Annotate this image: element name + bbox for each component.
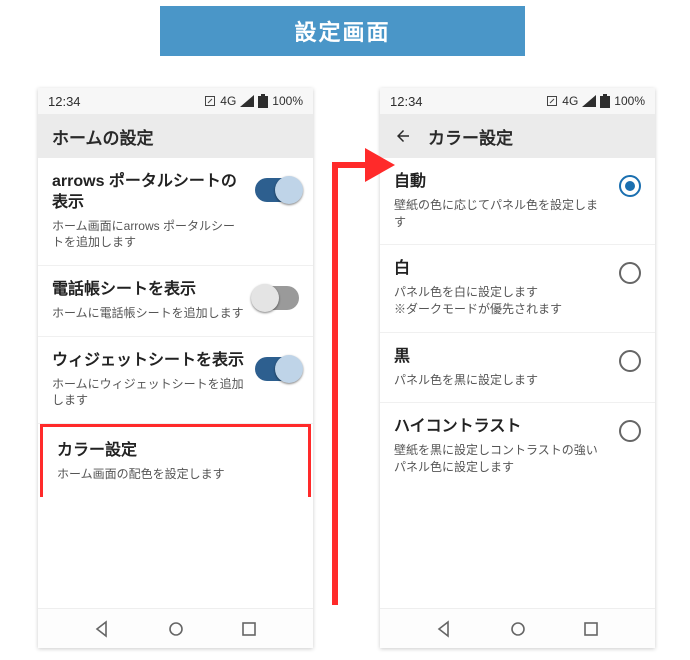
app-bar-left: ホームの設定 [38,114,313,158]
switch-widget-sheet[interactable] [255,357,299,381]
item-title: ハイコントラスト [394,417,609,438]
switch-arrows-portal[interactable] [255,178,299,202]
item-phonebook-sheet[interactable]: 電話帳シートを表示 ホームに電話帳シートを追加します [38,266,313,337]
item-desc: パネル色を黒に設定します [394,372,609,389]
appbar-title-left: ホームの設定 [52,124,154,149]
nav-recent-icon[interactable] [582,620,600,638]
item-title: ウィジェットシートを表示 [52,351,245,372]
radio-item-high-contrast[interactable]: ハイコントラスト 壁紙を黒に設定しコントラストの強いパネル色に設定します [380,403,655,489]
battery-icon [600,94,610,108]
android-navbar [380,608,655,648]
radio-white[interactable] [619,262,641,284]
status-battery: 100% [272,94,303,108]
item-title: arrows ポータルシートの表示 [52,172,245,214]
android-navbar [38,608,313,648]
item-desc: 壁紙を黒に設定しコントラストの強いパネル色に設定します [394,442,609,476]
status-bar: 12:34 4G 100% [38,88,313,114]
nfc-icon [204,95,216,107]
item-desc: 壁紙の色に応じてパネル色を設定します [394,197,609,231]
status-right: 4G 100% [204,94,303,108]
status-battery: 100% [614,94,645,108]
item-title: カラー設定 [57,441,294,462]
item-arrows-portal[interactable]: arrows ポータルシートの表示 ホーム画面にarrows ポータルシートを追… [38,158,313,266]
signal-icon [582,95,596,107]
settings-list-right: 自動 壁紙の色に応じてパネル色を設定します 白 パネル色を白に設定します※ダーク… [380,158,655,608]
back-button[interactable] [394,127,412,145]
status-time: 12:34 [48,94,81,109]
settings-list-left: arrows ポータルシートの表示 ホーム画面にarrows ポータルシートを追… [38,158,313,608]
appbar-title-right: カラー設定 [428,124,513,149]
nav-recent-icon[interactable] [240,620,258,638]
nav-home-icon[interactable] [167,620,185,638]
item-title: 電話帳シートを表示 [52,280,245,301]
status-time: 12:34 [390,94,423,109]
item-desc: パネル色を白に設定します※ダークモードが優先されます [394,284,609,318]
radio-black[interactable] [619,350,641,372]
item-widget-sheet[interactable]: ウィジェットシートを表示 ホームにウィジェットシートを追加します [38,337,313,424]
nav-back-icon[interactable] [435,620,453,638]
phone-left: 12:34 4G 100% ホームの設定 arrows ポータルシートの表示 ホ… [38,88,313,648]
item-desc: ホームに電話帳シートを追加します [52,305,245,322]
item-title: 黒 [394,347,609,368]
status-net: 4G [220,94,236,108]
switch-phonebook-sheet[interactable] [255,286,299,310]
radio-auto[interactable] [619,175,641,197]
radio-item-auto[interactable]: 自動 壁紙の色に応じてパネル色を設定します [380,158,655,245]
nfc-icon [546,95,558,107]
status-right: 4G 100% [546,94,645,108]
nav-back-icon[interactable] [93,620,111,638]
nav-home-icon[interactable] [509,620,527,638]
status-bar: 12:34 4G 100% [380,88,655,114]
page-banner: 設定画面 [160,6,525,56]
app-bar-right: カラー設定 [380,114,655,158]
item-color-settings[interactable]: カラー設定 ホーム画面の配色を設定します [40,424,311,497]
item-title: 自動 [394,172,609,193]
radio-item-white[interactable]: 白 パネル色を白に設定します※ダークモードが優先されます [380,245,655,332]
status-net: 4G [562,94,578,108]
phone-right: 12:34 4G 100% カラー設定 自動 壁紙の色に応じてパネル色を設定しま… [380,88,655,648]
item-desc: ホーム画面の配色を設定します [57,466,294,483]
signal-icon [240,95,254,107]
item-desc: ホームにウィジェットシートを追加します [52,376,245,410]
radio-item-black[interactable]: 黒 パネル色を黒に設定します [380,333,655,404]
item-desc: ホーム画面にarrows ポータルシートを追加します [52,218,245,252]
page-banner-label: 設定画面 [294,15,390,47]
battery-icon [258,94,268,108]
item-title: 白 [394,259,609,280]
radio-high-contrast[interactable] [619,420,641,442]
